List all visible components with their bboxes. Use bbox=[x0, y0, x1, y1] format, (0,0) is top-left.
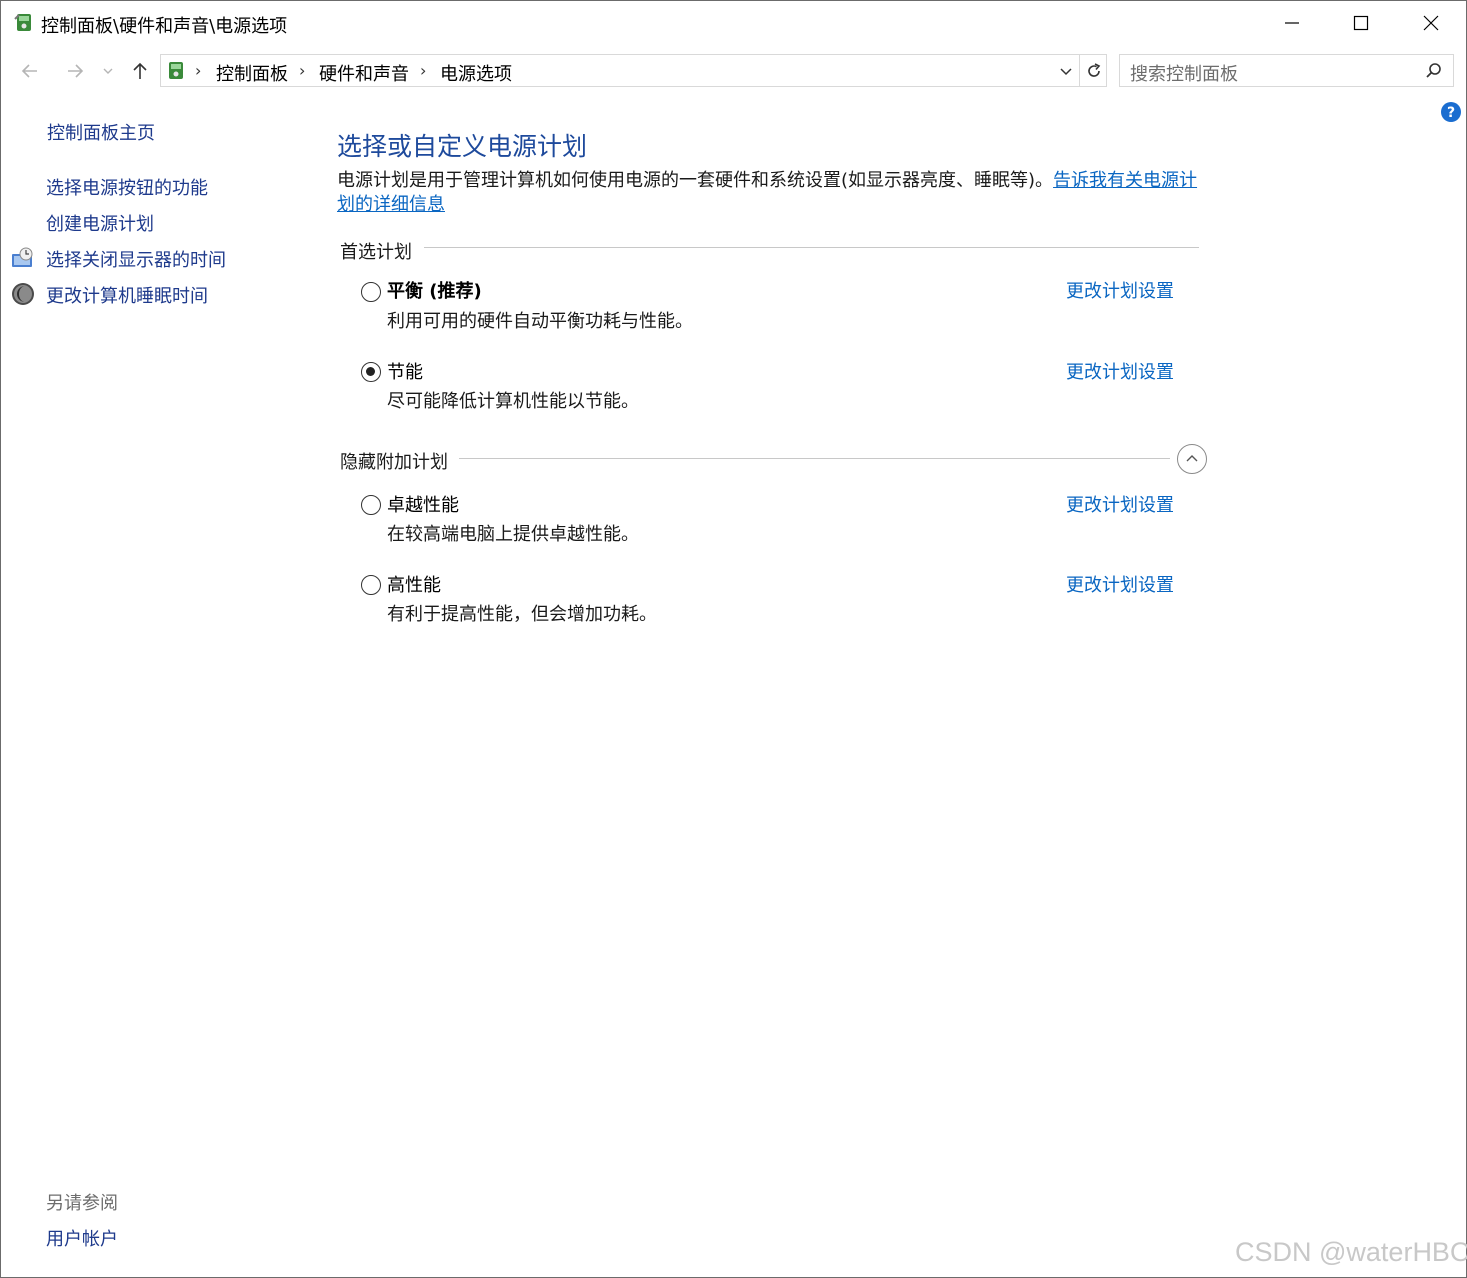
change-plan-settings-balanced-link[interactable]: 更改计划设置 bbox=[1066, 277, 1174, 303]
nav-link-power-buttons[interactable]: 选择电源按钮的功能 bbox=[46, 174, 208, 200]
plan-desc-high-performance: 有利于提高性能，但会增加功耗。 bbox=[387, 604, 657, 625]
power-options-icon bbox=[14, 14, 31, 31]
change-plan-settings-ultimate-link[interactable]: 更改计划设置 bbox=[1066, 491, 1174, 517]
breadcrumb-separator-icon: › bbox=[420, 61, 427, 80]
radio-balanced[interactable] bbox=[361, 282, 381, 302]
control-panel-icon bbox=[169, 62, 183, 79]
maximize-icon bbox=[1353, 15, 1369, 31]
control-panel-window: 控制面板\硬件和声音\电源选项 › 控制面板 › 硬件和声音 › 电源选项 搜索… bbox=[0, 0, 1467, 1278]
page-title: 选择或自定义电源计划 bbox=[337, 132, 588, 161]
address-bar[interactable]: › 控制面板 › 硬件和声音 › 电源选项 bbox=[160, 54, 1107, 87]
arrow-right-icon bbox=[68, 64, 84, 78]
title-bar: 控制面板\硬件和声音\电源选项 bbox=[1, 1, 1466, 45]
page-description: 电源计划是用于管理计算机如何使用电源的一套硬件和系统设置(如显示器亮度、睡眠等)… bbox=[337, 169, 1207, 217]
back-button[interactable] bbox=[15, 55, 45, 87]
collapse-hidden-plans-button[interactable] bbox=[1177, 444, 1207, 474]
plan-desc-power-saver: 尽可能降低计算机性能以节能。 bbox=[387, 391, 639, 412]
plan-desc-balanced: 利用可用的硬件自动平衡功耗与性能。 bbox=[387, 311, 693, 332]
plan-name-ultimate-performance: 卓越性能 bbox=[387, 495, 459, 516]
breadcrumb-control-panel[interactable]: 控制面板 bbox=[216, 60, 288, 86]
plan-name-high-performance: 高性能 bbox=[387, 575, 441, 596]
arrow-left-icon bbox=[21, 64, 37, 78]
forward-button[interactable] bbox=[60, 55, 90, 87]
refresh-button[interactable] bbox=[1079, 55, 1107, 86]
plan-desc-ultimate-performance: 在较高端电脑上提供卓越性能。 bbox=[387, 524, 639, 545]
divider bbox=[459, 458, 1170, 459]
close-button[interactable] bbox=[1396, 1, 1466, 45]
nav-link-display-off-time[interactable]: 选择关闭显示器的时间 bbox=[46, 246, 226, 272]
nav-link-sleep-time[interactable]: 更改计算机睡眠时间 bbox=[46, 282, 208, 308]
refresh-icon bbox=[1087, 62, 1100, 77]
radio-ultimate-performance[interactable] bbox=[361, 495, 381, 515]
breadcrumb-separator-icon: › bbox=[299, 61, 306, 80]
change-plan-settings-power-saver-link[interactable]: 更改计划设置 bbox=[1066, 358, 1174, 384]
change-plan-settings-high-perf-link[interactable]: 更改计划设置 bbox=[1066, 571, 1174, 597]
search-icon[interactable] bbox=[1424, 61, 1444, 81]
control-panel-home-link[interactable]: 控制面板主页 bbox=[47, 119, 155, 145]
minimize-button[interactable] bbox=[1257, 1, 1327, 45]
window-title: 控制面板\硬件和声音\电源选项 bbox=[41, 16, 288, 37]
recent-locations-button[interactable] bbox=[97, 55, 119, 87]
search-input[interactable]: 搜索控制面板 bbox=[1130, 60, 1238, 86]
arrow-up-icon bbox=[133, 62, 147, 79]
radio-power-saver[interactable] bbox=[361, 362, 381, 382]
maximize-button[interactable] bbox=[1326, 1, 1396, 45]
breadcrumb-power-options[interactable]: 电源选项 bbox=[440, 60, 512, 86]
nav-link-user-accounts[interactable]: 用户帐户 bbox=[46, 1225, 118, 1251]
chevron-down-icon bbox=[1060, 67, 1072, 75]
address-dropdown-button[interactable] bbox=[1054, 55, 1078, 86]
watermark: CSDN @waterHBO bbox=[1235, 1237, 1467, 1267]
svg-text:?: ? bbox=[1447, 105, 1455, 121]
preferred-plans-heading: 首选计划 bbox=[340, 242, 412, 263]
plan-name-power-saver: 节能 bbox=[387, 362, 423, 383]
plan-name-balanced: 平衡 (推荐) bbox=[387, 281, 482, 302]
monitor-clock-icon bbox=[12, 247, 33, 267]
search-box[interactable]: 搜索控制面板 bbox=[1119, 54, 1454, 87]
breadcrumb-separator-icon: › bbox=[195, 61, 202, 80]
radio-high-performance[interactable] bbox=[361, 575, 381, 595]
hidden-plans-heading: 隐藏附加计划 bbox=[340, 452, 448, 473]
see-also-heading: 另请参阅 bbox=[46, 1193, 118, 1214]
minimize-icon bbox=[1285, 22, 1299, 24]
divider bbox=[424, 247, 1199, 248]
moon-icon bbox=[12, 283, 34, 305]
close-icon bbox=[1423, 15, 1439, 31]
up-button[interactable] bbox=[125, 55, 155, 87]
nav-link-create-plan[interactable]: 创建电源计划 bbox=[46, 210, 154, 236]
breadcrumb-hardware-sound[interactable]: 硬件和声音 bbox=[319, 60, 409, 86]
description-text: 电源计划是用于管理计算机如何使用电源的一套硬件和系统设置(如显示器亮度、睡眠等)… bbox=[337, 170, 1054, 191]
navigation-bar: › 控制面板 › 硬件和声音 › 电源选项 搜索控制面板 bbox=[1, 51, 1466, 91]
chevron-up-icon bbox=[1186, 455, 1198, 462]
help-icon[interactable]: ? bbox=[1440, 101, 1462, 123]
chevron-down-icon bbox=[103, 68, 113, 74]
